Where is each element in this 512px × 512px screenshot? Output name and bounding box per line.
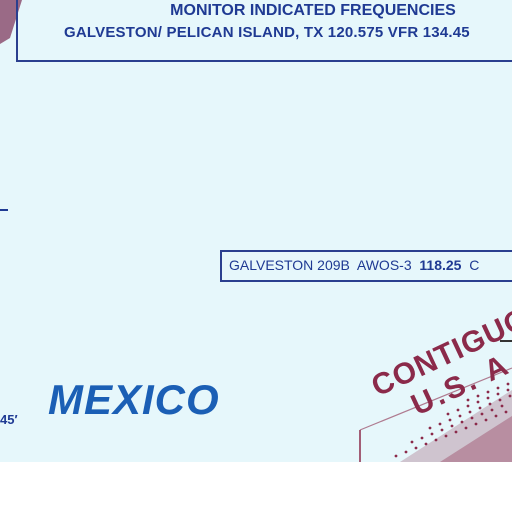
awos-trailing: C — [469, 257, 480, 273]
awos-info-text: GALVESTON 209B AWOS-3 118.25 C — [229, 257, 479, 273]
awos-station: GALVESTON 209B — [229, 257, 350, 273]
coordinate-label: 45′ — [0, 412, 18, 427]
page-margin — [0, 462, 512, 512]
grid-tick-mark — [0, 209, 8, 211]
country-label: MEXICO — [48, 376, 220, 423]
awos-type: AWOS-3 — [356, 257, 412, 273]
notice-line-1: MONITOR INDICATED FREQUENCIES — [170, 2, 456, 19]
chart-map-area: CONTIGUOUS U.S. A MONITOR INDICATED FREQ… — [0, 0, 512, 462]
awos-frequency: 118.25 — [419, 257, 462, 273]
edge-line — [500, 340, 512, 342]
notice-line-2: GALVESTON/ PELICAN ISLAND, TX 120.575 VF… — [64, 24, 470, 41]
